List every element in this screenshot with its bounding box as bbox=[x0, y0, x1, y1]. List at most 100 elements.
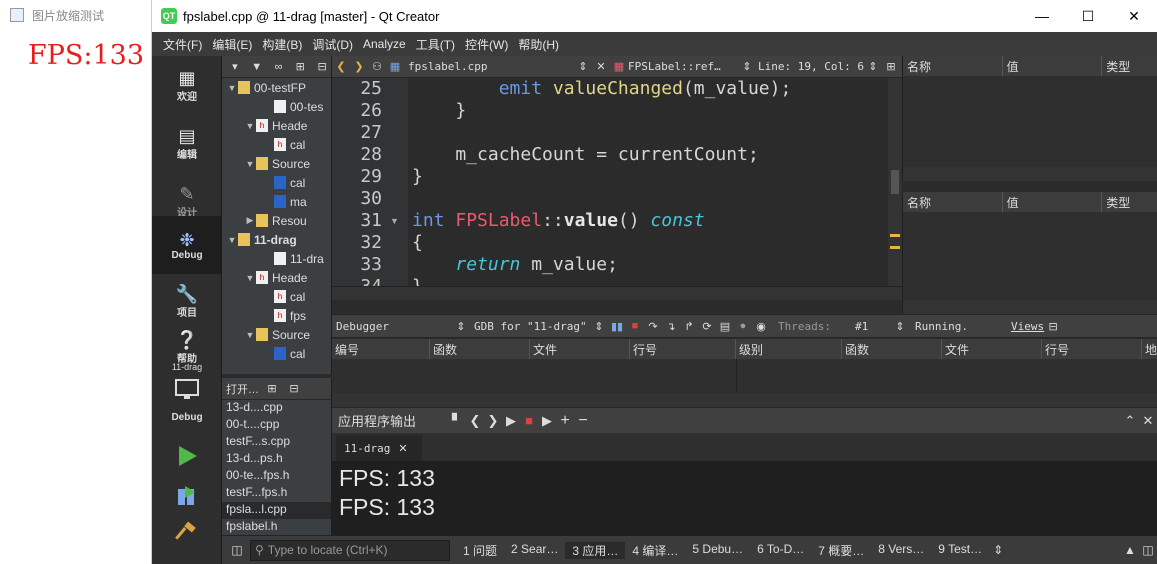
file-selector-arrow-icon[interactable]: ⇕ bbox=[574, 60, 592, 73]
expand-arrow-icon[interactable]: ▼ bbox=[244, 121, 256, 131]
status-tab[interactable]: 6 To-D… bbox=[750, 542, 811, 559]
kit-selector[interactable] bbox=[152, 378, 222, 402]
breakpoint-col-address[interactable]: 地 bbox=[1142, 339, 1157, 359]
tree-item[interactable]: cal bbox=[222, 344, 331, 363]
filter-icon[interactable]: ▼ bbox=[248, 61, 266, 73]
stack-col-number[interactable]: 编号 bbox=[332, 339, 430, 359]
expand-arrow-icon[interactable]: ▶ bbox=[244, 215, 256, 226]
split-icon[interactable]: ⊞ bbox=[263, 382, 281, 395]
status-tab[interactable]: 3 应用… bbox=[565, 541, 626, 559]
restart-icon[interactable]: ⟳ bbox=[698, 320, 716, 333]
open-documents-title[interactable]: 打开… bbox=[226, 381, 259, 397]
close-button[interactable]: ✕ bbox=[1111, 0, 1157, 32]
stack-scrollbar[interactable] bbox=[332, 393, 1157, 407]
toggle-sidebar-icon[interactable]: ◫ bbox=[228, 543, 246, 557]
open-document-item[interactable]: testF...fps.h bbox=[222, 485, 331, 502]
zoom-out-icon[interactable]: − bbox=[574, 412, 592, 430]
tree-item[interactable]: h fps bbox=[222, 306, 331, 325]
status-tab[interactable]: 9 Test… bbox=[931, 542, 989, 559]
menu-tools[interactable]: 工具(T) bbox=[411, 36, 460, 53]
open-document-item[interactable]: fpslabel.h bbox=[222, 519, 331, 536]
expand-arrow-icon[interactable]: ▼ bbox=[244, 273, 256, 283]
tree-item[interactable]: h cal bbox=[222, 135, 331, 154]
previous-icon[interactable]: ❮ bbox=[466, 413, 484, 429]
editor-vertical-scrollbar[interactable] bbox=[888, 78, 902, 286]
stack-col-line[interactable]: 行号 bbox=[630, 339, 736, 359]
mode-edit[interactable]: ▤ 编辑 bbox=[152, 114, 222, 172]
tree-item[interactable]: ▼ h Heade bbox=[222, 116, 331, 135]
debugger-combo[interactable]: Debugger bbox=[332, 320, 452, 333]
step-out-icon[interactable]: ↱ bbox=[680, 320, 698, 333]
stack-col-file[interactable]: 文件 bbox=[530, 339, 630, 359]
breakpoint-col-function[interactable]: 函数 bbox=[842, 339, 942, 359]
open-document-item[interactable]: fpsla...l.cpp bbox=[222, 502, 331, 519]
symbol-selector[interactable]: FPSLabel::ref… bbox=[628, 60, 738, 73]
open-document-item[interactable]: testF...s.cpp bbox=[222, 434, 331, 451]
menu-build[interactable]: 构建(B) bbox=[257, 36, 307, 53]
menu-edit[interactable]: 编辑(E) bbox=[207, 36, 257, 53]
gdb-combo[interactable]: GDB for "11-drag" bbox=[470, 320, 590, 333]
step-over-icon[interactable]: ↷ bbox=[644, 320, 662, 333]
col-value[interactable]: 值 bbox=[1003, 56, 1103, 76]
status-tab[interactable]: 7 概要… bbox=[811, 542, 871, 559]
maximize-button[interactable]: ☐ bbox=[1065, 0, 1111, 32]
col-type[interactable]: 类型 bbox=[1102, 192, 1157, 212]
combo-arrow-icon[interactable]: ⇕ bbox=[590, 320, 608, 333]
status-tab[interactable]: 1 问题 bbox=[456, 542, 504, 559]
expand-arrow-icon[interactable]: ▼ bbox=[244, 330, 256, 340]
minimize-button[interactable]: — bbox=[1019, 0, 1065, 32]
fps-demo-titlebar[interactable]: 图片放缩测试 bbox=[0, 0, 151, 30]
link-icon[interactable]: ∞ bbox=[270, 61, 288, 73]
menu-controls[interactable]: 控件(W) bbox=[460, 36, 513, 53]
stop-debug-icon[interactable]: ■ bbox=[626, 320, 644, 332]
toggle-output-icon[interactable]: ◫ bbox=[1139, 543, 1157, 557]
tree-item[interactable]: h cal bbox=[222, 287, 331, 306]
file-selector[interactable]: fpslabel.cpp bbox=[404, 60, 574, 73]
combo-arrow-icon[interactable]: ⇕ bbox=[891, 320, 909, 333]
views-menu[interactable]: Views bbox=[1007, 320, 1044, 333]
open-document-item[interactable]: 13-d....cpp bbox=[222, 400, 331, 417]
up-arrow-icon[interactable]: ▲ bbox=[1121, 543, 1139, 557]
next-icon[interactable]: ❯ bbox=[484, 413, 502, 429]
forward-icon[interactable]: ❯ bbox=[350, 60, 368, 73]
stack-and-breakpoints-area[interactable] bbox=[332, 359, 1157, 407]
fold-arrow-icon[interactable]: ▼ bbox=[390, 216, 399, 226]
tree-item[interactable]: ▼ 00-testFP bbox=[222, 78, 331, 97]
menu-help[interactable]: 帮助(H) bbox=[513, 36, 564, 53]
locals-scrollbar[interactable] bbox=[903, 167, 1157, 181]
output-tab-11-drag[interactable]: 11-drag ✕ bbox=[336, 435, 422, 461]
menu-file[interactable]: 文件(F) bbox=[158, 36, 207, 53]
breakpoint-icon[interactable]: ● bbox=[734, 320, 752, 332]
status-tab[interactable]: 2 Sear… bbox=[504, 542, 565, 559]
col-name[interactable]: 名称 bbox=[903, 192, 1003, 212]
thread-combo[interactable]: #1 bbox=[831, 320, 891, 333]
breakpoint-col-level[interactable]: 级别 bbox=[736, 339, 842, 359]
maximize-output-icon[interactable]: ⌃ bbox=[1121, 413, 1139, 429]
rerun-icon[interactable]: ▶ bbox=[502, 413, 520, 429]
build-button[interactable] bbox=[152, 522, 222, 546]
back-icon[interactable]: ❮ bbox=[332, 60, 350, 73]
mode-debug[interactable]: ❉ Debug bbox=[152, 216, 222, 274]
split-editor-icon[interactable]: ⊞ bbox=[882, 60, 900, 73]
col-name[interactable]: 名称 bbox=[903, 56, 1003, 76]
status-tab[interactable]: 4 编译… bbox=[625, 542, 685, 559]
cursor-position[interactable]: Line: 19, Col: 6 bbox=[756, 60, 864, 73]
expressions-scrollbar[interactable] bbox=[903, 300, 1157, 314]
mode-welcome[interactable]: ▦ 欢迎 bbox=[152, 56, 222, 114]
col-value[interactable]: 值 bbox=[1003, 192, 1103, 212]
col-type[interactable]: 类型 bbox=[1102, 56, 1157, 76]
expand-arrow-icon[interactable]: ▼ bbox=[226, 83, 238, 93]
close-panel-icon[interactable]: ⊟ bbox=[285, 382, 303, 395]
locator-input[interactable]: ⚲ Type to locate (Ctrl+K) bbox=[250, 539, 450, 561]
tree-item[interactable]: cal bbox=[222, 173, 331, 192]
tree-item[interactable]: ▶ Resou bbox=[222, 211, 331, 230]
breakpoint-col-file[interactable]: 文件 bbox=[942, 339, 1042, 359]
expand-arrow-icon[interactable]: ▼ bbox=[226, 235, 238, 245]
application-output[interactable]: FPS: 133 FPS: 133 bbox=[332, 461, 1157, 535]
status-tab[interactable]: 5 Debu… bbox=[685, 542, 750, 559]
attach-icon[interactable]: ▶ bbox=[538, 413, 556, 429]
snapshot-icon[interactable]: ◉ bbox=[752, 320, 770, 333]
open-document-item[interactable]: 13-d...ps.h bbox=[222, 451, 331, 468]
symbol-arrow-icon[interactable]: ⇕ bbox=[738, 60, 756, 73]
run-button[interactable] bbox=[152, 444, 222, 468]
